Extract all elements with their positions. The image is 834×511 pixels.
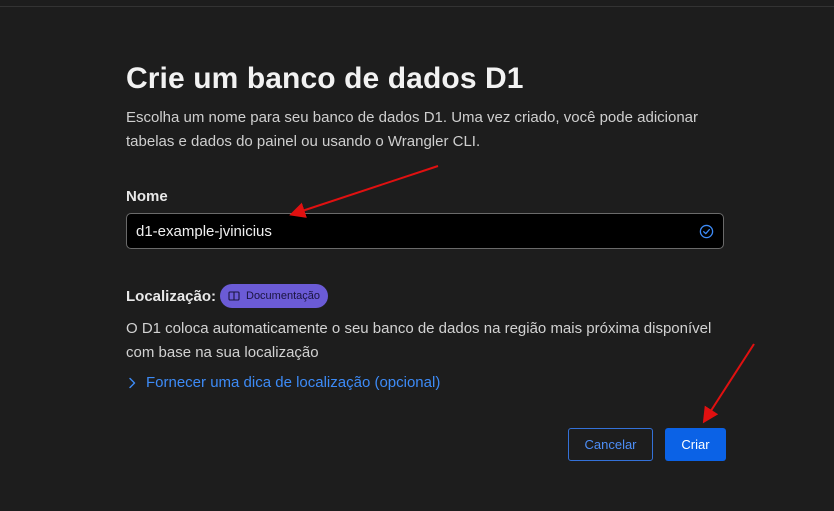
annotation-arrow bbox=[289, 165, 439, 218]
annotation-overlay bbox=[289, 165, 755, 424]
annotation-arrow bbox=[702, 343, 755, 424]
